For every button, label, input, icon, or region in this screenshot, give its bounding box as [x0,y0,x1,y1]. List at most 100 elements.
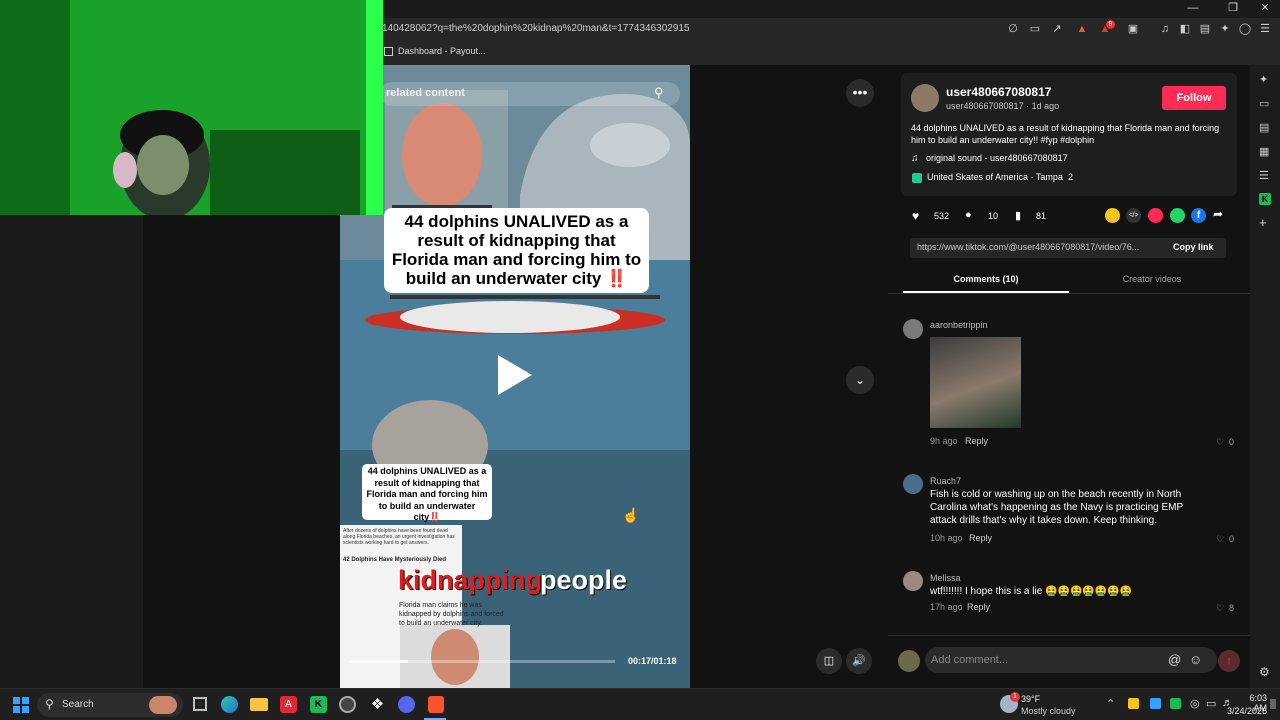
vpn-icon[interactable]: ◯ [1238,22,1252,36]
video-player[interactable]: related content ⚲ 44 dolphins UNALIVED a… [340,65,690,688]
webcam-feed [0,0,383,215]
add-icon[interactable]: + [1259,215,1267,230]
heart-icon[interactable]: ♥ [912,209,919,223]
location-count[interactable]: 2 [1068,172,1073,182]
comment-input[interactable]: Add comment... @ ☺ [925,647,1217,673]
minimize-icon[interactable]: — [1180,0,1206,16]
comment-author[interactable]: Ruach7 [930,476,961,486]
bookmarks-sidebar-icon[interactable]: ▦ [1259,145,1269,158]
post-comment-icon[interactable]: ↑ [1218,650,1240,672]
volume-icon[interactable]: 🔊 [846,648,872,674]
mention-icon[interactable]: @ [1168,652,1181,667]
article-snippet: After dozens of dolphins have been found… [343,528,455,546]
miniplayer-icon[interactable]: ◫ [816,648,842,674]
comment-heart-icon[interactable]: ♡ [1216,437,1224,448]
acrobat-icon[interactable]: A [280,696,297,713]
comment-author[interactable]: Melissa [930,573,961,583]
inset-caption: 44 dolphins UNALIVED as a result of kidn… [362,464,492,522]
search-highlight-icon [149,696,177,714]
leo-sidebar-icon[interactable]: ✦ [1259,73,1268,86]
sidebar-icon[interactable]: ◧ [1178,22,1192,36]
taskbar-search-box[interactable]: ⚲ Search [37,693,183,717]
edge-icon[interactable] [221,696,238,713]
music-icon[interactable]: ♫ [1158,22,1172,36]
file-explorer-icon[interactable] [250,698,268,711]
tab-comments[interactable]: Comments (10) [903,274,1069,284]
settings-gear-icon[interactable]: ⚙ [1259,665,1270,679]
video-progress-track[interactable] [350,660,615,663]
reading-list-icon[interactable]: ☰ [1259,169,1269,182]
discord-icon[interactable] [398,696,415,713]
extensions-icon[interactable]: ▣ [1126,22,1140,36]
leo-icon[interactable]: ✦ [1218,22,1232,36]
capcut-icon[interactable]: ❖ [369,696,386,713]
brave-shield-icon[interactable]: ▲ [1075,22,1089,36]
windows-start-icon[interactable] [13,697,29,713]
comment-time: 9h ago [930,436,958,446]
related-search-placeholder: related content [386,87,465,99]
windows-taskbar: ⚲ Search A K ❖ 1 39°F Mostly cloudy ⌃ ◎ … [0,688,1280,720]
comment-icon[interactable]: ● [965,209,972,221]
comment-gif-image[interactable] [930,337,1021,428]
menu-icon[interactable]: ☰ [1258,22,1272,36]
facebook-icon[interactable]: f [1191,208,1206,223]
tray-onedrive-icon[interactable] [1150,698,1161,709]
play-icon[interactable] [498,355,532,395]
tray-app-icon[interactable] [1128,698,1139,709]
task-view-icon[interactable] [193,697,207,711]
related-search-input[interactable]: related content ⚲ [380,82,680,106]
cast-icon[interactable]: ▭ [1028,22,1042,36]
comment-avatar[interactable] [903,319,923,339]
brave-taskbar-icon[interactable] [428,696,444,713]
kick-icon[interactable]: K [1259,193,1271,205]
tv-icon[interactable]: ▭ [1259,97,1269,110]
webcam-overlay [0,0,383,215]
wallet-sidebar-icon[interactable]: ▤ [1259,121,1269,134]
comment-reply-button[interactable]: Reply [969,533,992,543]
wallet-icon[interactable]: ▤ [1198,22,1212,36]
comment-like-count: 0 [1229,534,1235,544]
comment-heart-icon[interactable]: ♡ [1216,603,1224,614]
comment-reply-button[interactable]: Reply [965,436,988,446]
comment-avatar[interactable] [903,571,923,591]
video-link[interactable]: https://www.tiktok.com/@user480667080817… [917,242,1139,252]
post-sound[interactable]: original sound - user480667080817 [926,153,1068,163]
chevron-down-icon[interactable]: ⌄ [846,366,874,394]
share-arrow-icon[interactable]: ➦ [1213,207,1223,221]
emoji-icon[interactable]: ☺ [1189,652,1202,667]
bookmark-favicon-icon [384,47,393,56]
close-icon[interactable]: ✕ [1252,0,1278,16]
url-text[interactable]: 140428062?q=the%20dophin%20kidnap%20man&… [382,23,690,34]
avatar[interactable] [911,84,939,112]
restore-icon[interactable]: ❐ [1220,0,1246,16]
embed-code-icon[interactable]: </> [1126,208,1141,223]
tray-kick-icon[interactable] [1170,698,1181,709]
coin-share-icon[interactable] [1105,208,1120,223]
search-icon[interactable]: ⚲ [654,85,664,101]
post-card: user480667080817 user480667080817 · 1d a… [901,73,1237,196]
post-location[interactable]: United Skates of America · Tampa [927,172,1063,182]
tab-creator-videos[interactable]: Creator videos [1069,274,1235,284]
bookmark-icon[interactable]: ▮ [1015,209,1021,222]
more-options-icon[interactable]: ••• [846,79,874,107]
share-icon[interactable]: ↗ [1050,22,1064,36]
comment-reply-button[interactable]: Reply [967,602,990,612]
tray-chevron-up-icon[interactable]: ⌃ [1106,697,1115,710]
clock-date[interactable]: 3/24/2026 [1224,706,1267,716]
obs-icon[interactable] [339,696,356,713]
copy-link-button[interactable]: Copy link [1173,242,1214,252]
kick-app-icon[interactable]: K [310,696,327,713]
whatsapp-icon[interactable] [1170,208,1185,223]
comment-avatar[interactable] [903,474,923,494]
post-username[interactable]: user480667080817 [946,85,1051,99]
bookmark-dashboard[interactable]: Dashboard - Payout... [398,46,486,56]
microphone-icon[interactable]: ◎ [1190,697,1200,710]
comment-author[interactable]: aaronbetrippin [930,320,988,330]
send-to-friends-icon[interactable] [1148,208,1163,223]
show-desktop-icon[interactable] [1270,699,1276,709]
follow-button[interactable]: Follow [1162,86,1226,110]
reader-icon[interactable]: ∅ [1006,22,1020,36]
comment-time: 17h ago [930,602,963,612]
display-icon[interactable]: ▭ [1206,697,1216,710]
comment-heart-icon[interactable]: ♡ [1216,534,1224,545]
